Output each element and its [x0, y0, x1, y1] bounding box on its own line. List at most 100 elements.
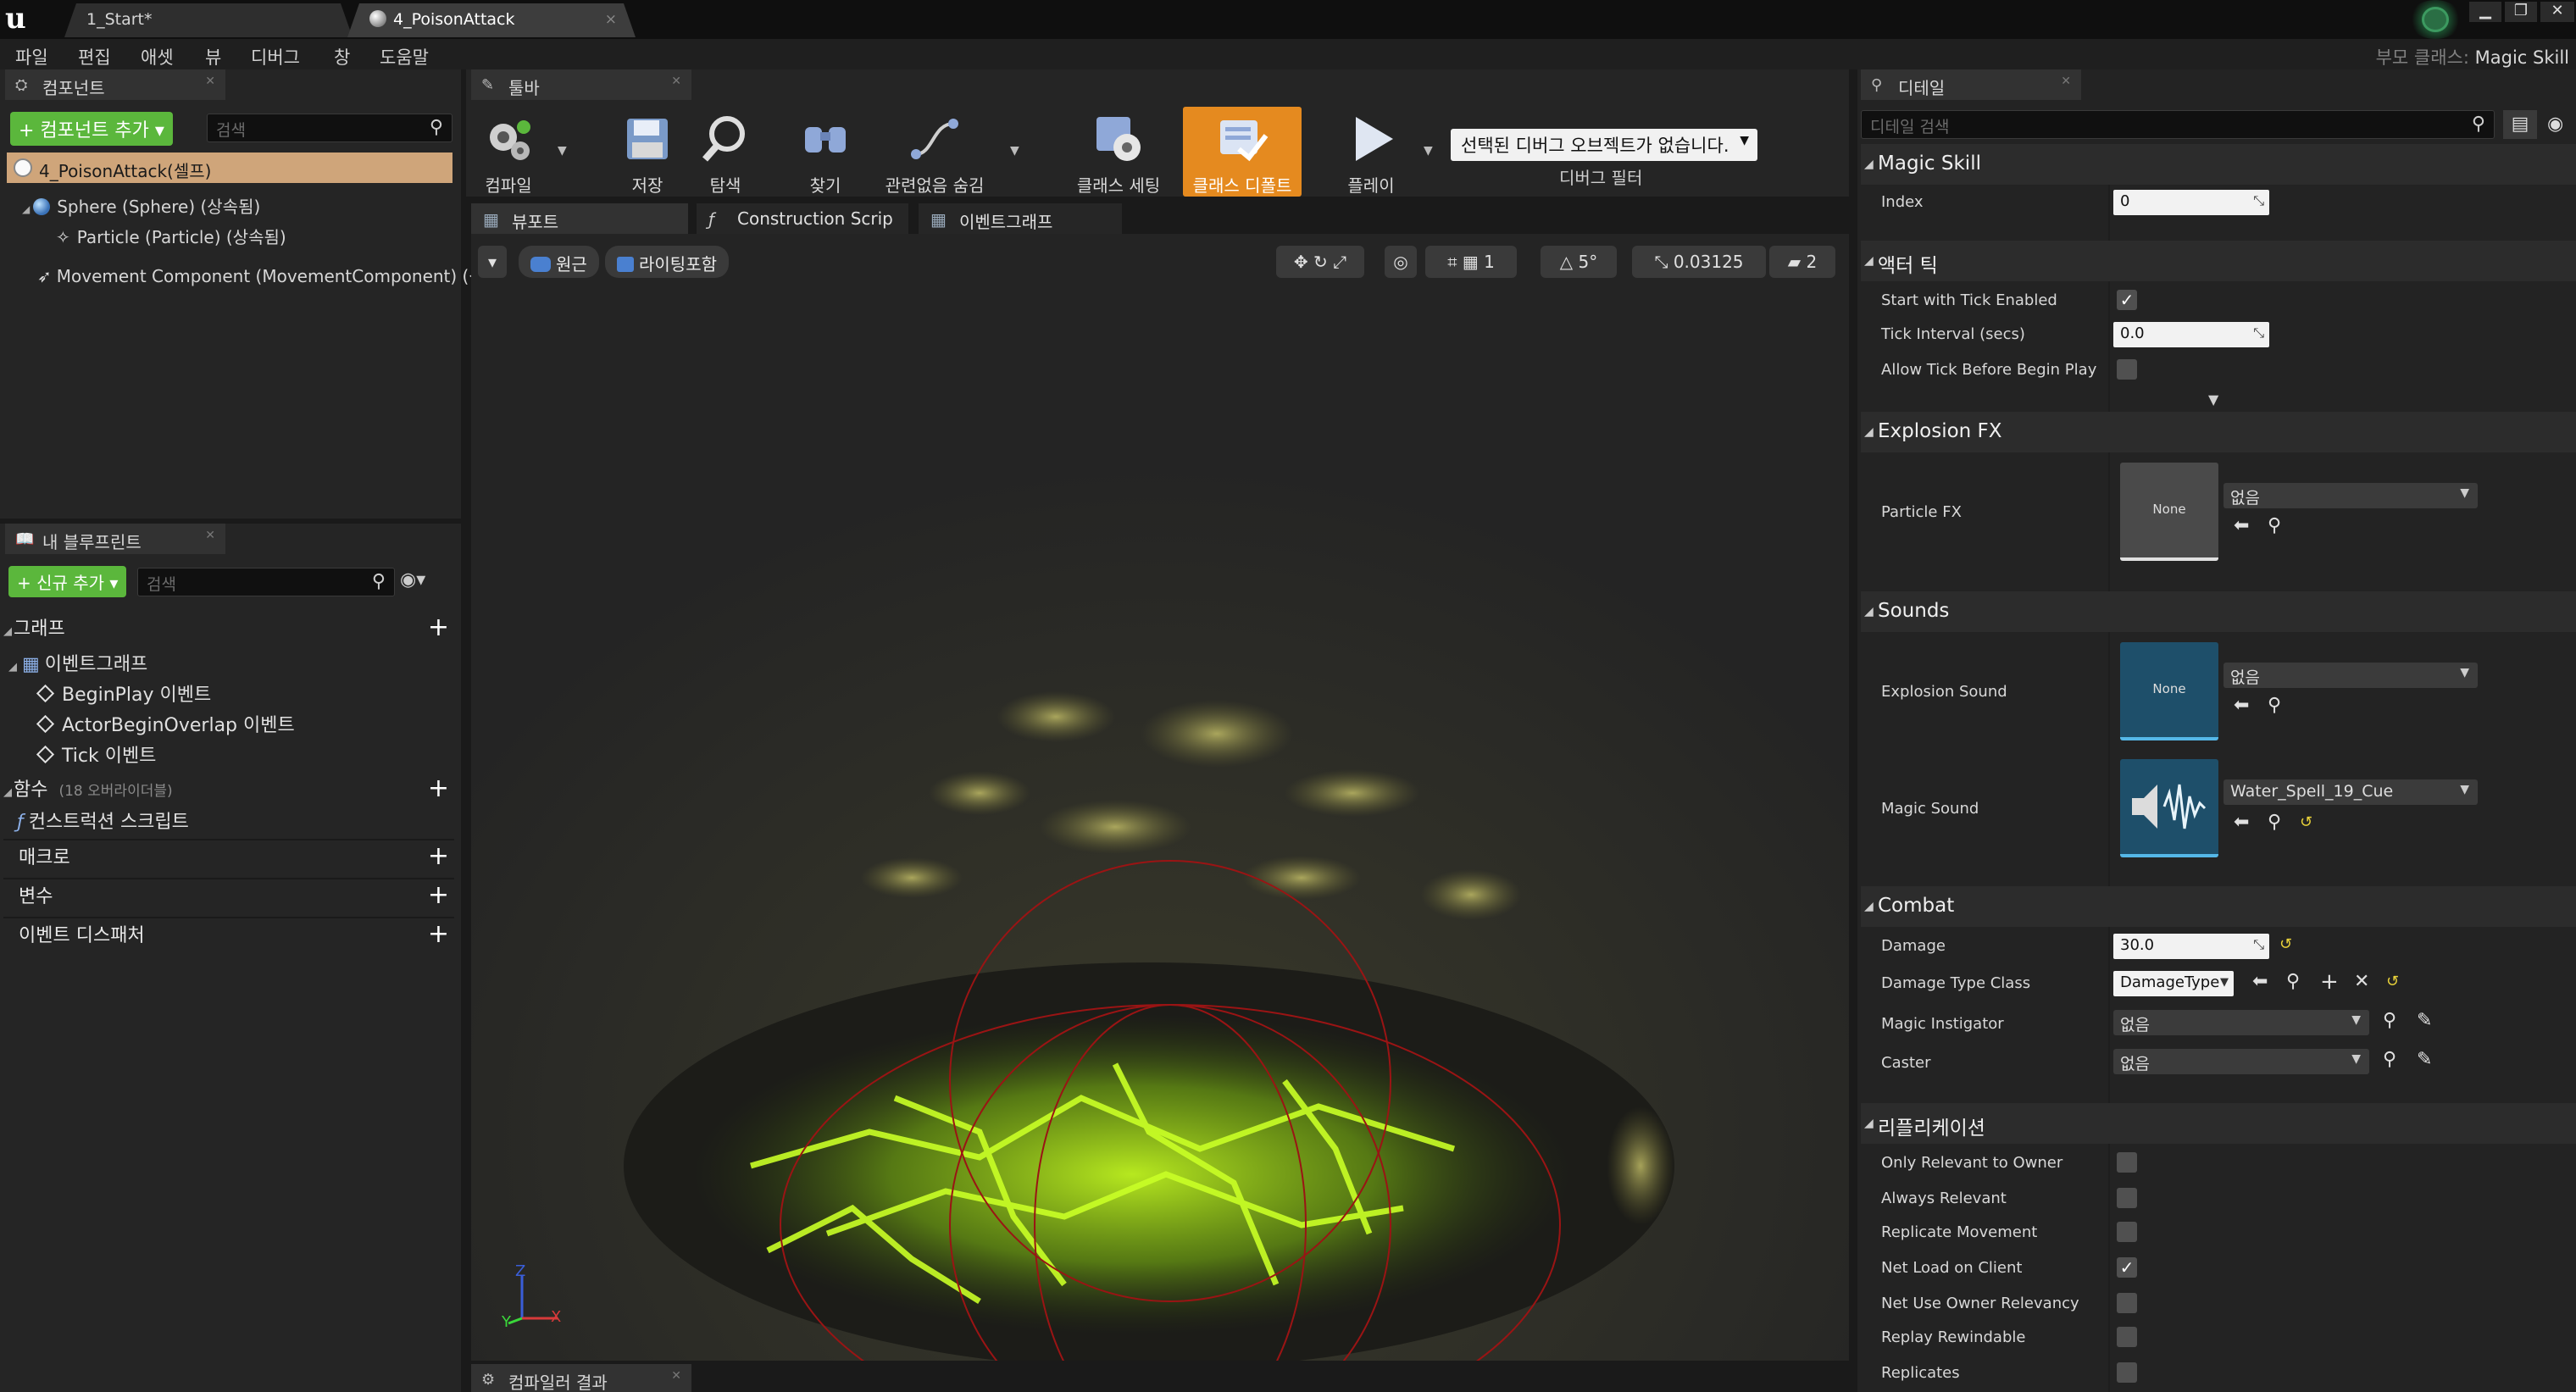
- magic-instigator-combo[interactable]: 없음 ▼: [2113, 1010, 2369, 1035]
- add-dispatcher-button[interactable]: +: [428, 922, 449, 947]
- event-item-actorbeginoverlap[interactable]: ActorBeginOverlap 이벤트: [36, 710, 295, 737]
- tree-item-sphere[interactable]: ◢ Sphere (Sphere) (상속됨): [22, 193, 260, 218]
- camera-icon[interactable]: ▰: [1788, 252, 1801, 272]
- close-icon[interactable]: ✕: [205, 75, 215, 88]
- menu-help[interactable]: 도움말: [380, 44, 429, 69]
- replay-rewindable-checkbox[interactable]: [2117, 1327, 2137, 1347]
- section-sounds[interactable]: ◢ Sounds: [1861, 591, 2576, 632]
- tab-close-icon[interactable]: ×: [605, 11, 617, 28]
- perspective-button[interactable]: 원근: [519, 246, 599, 278]
- event-item-tick[interactable]: Tick 이벤트: [36, 740, 156, 768]
- scale-icon[interactable]: ⤢: [1333, 252, 1346, 272]
- functions-section[interactable]: ◢함수 (18 오버라이더블) +: [3, 774, 454, 807]
- browse-asset-icon[interactable]: ⚲: [2268, 515, 2281, 536]
- visibility-eye-icon[interactable]: ◉: [2547, 110, 2576, 139]
- use-selected-arrow-icon[interactable]: ⬅: [2234, 812, 2249, 833]
- transform-tools[interactable]: ✥ ↻ ⤢: [1276, 246, 1364, 278]
- compile-button[interactable]: 컴파일: [473, 107, 544, 197]
- class-settings-button[interactable]: 클래스 세팅: [1066, 107, 1171, 197]
- construction-script-item[interactable]: ƒ 컨스트럭션 스크립트: [17, 807, 189, 834]
- browse-asset-icon[interactable]: ⚲: [2383, 1010, 2396, 1031]
- add-macro-button[interactable]: +: [428, 844, 449, 869]
- browse-asset-icon[interactable]: ⚲: [2268, 812, 2281, 833]
- rotate-icon[interactable]: ↻: [1313, 252, 1328, 272]
- add-component-button[interactable]: + 컴포넌트 추가 ▾: [10, 112, 173, 146]
- hide-unrelated-button[interactable]: 관련없음 숨김: [873, 107, 997, 197]
- tick-interval-input[interactable]: 0.0 ⤡: [2113, 322, 2269, 347]
- grid-snap-tools[interactable]: ⌗ ▦ 1: [1425, 246, 1517, 278]
- tab-components[interactable]: ⛭ 컴포넌트 ✕: [5, 69, 225, 100]
- viewport-options-button[interactable]: ▾: [478, 246, 507, 278]
- tab-viewport[interactable]: ▦ 뷰포트: [471, 203, 688, 234]
- tree-item-particle[interactable]: ✧ Particle (Particle) (상속됨): [56, 224, 286, 248]
- find-button[interactable]: 찾기: [791, 107, 859, 197]
- always-relevant-checkbox[interactable]: [2117, 1188, 2137, 1208]
- clear-x-icon[interactable]: ✕: [2354, 971, 2369, 992]
- component-search-input[interactable]: 검색 ⚲: [207, 114, 452, 142]
- macros-section[interactable]: 매크로 +: [3, 842, 454, 874]
- reset-to-default-icon[interactable]: ↺: [2300, 813, 2312, 831]
- grid-icon[interactable]: ▦: [1463, 252, 1479, 272]
- close-icon[interactable]: ✕: [2061, 75, 2071, 88]
- section-combat[interactable]: ◢ Combat: [1861, 886, 2576, 927]
- close-icon[interactable]: ✕: [671, 75, 681, 88]
- explosion-sound-thumbnail[interactable]: None: [2120, 642, 2218, 740]
- variables-section[interactable]: 변수 +: [3, 881, 454, 913]
- caster-combo[interactable]: 없음 ▼: [2113, 1049, 2369, 1074]
- play-options-arrow[interactable]: ▼: [1424, 144, 1433, 158]
- damage-type-combo[interactable]: DamageType ▼: [2113, 971, 2234, 996]
- expand-advanced-arrow-icon[interactable]: ▼: [2208, 391, 2218, 408]
- tab-toolbar[interactable]: ✎ 툴바 ✕: [471, 69, 691, 100]
- section-explosion-fx[interactable]: ◢ Explosion FX: [1861, 412, 2576, 452]
- visibility-eye-icon[interactable]: ◉▾: [400, 569, 425, 591]
- explosion-sound-combo[interactable]: 없음 ▼: [2223, 663, 2478, 688]
- section-magic-skill[interactable]: ◢ Magic Skill: [1861, 144, 2576, 185]
- eyedropper-icon[interactable]: ✎: [2417, 1049, 2432, 1070]
- menu-debug[interactable]: 디버그: [251, 44, 300, 69]
- debug-object-dropdown[interactable]: 선택된 디버그 오브젝트가 없습니다. ▼: [1451, 129, 1757, 161]
- maximize-button[interactable]: ❐: [2505, 2, 2537, 22]
- property-matrix-icon[interactable]: ▤: [2503, 110, 2537, 139]
- particle-fx-thumbnail[interactable]: None: [2120, 463, 2218, 561]
- browse-asset-icon[interactable]: ⚲: [2268, 695, 2281, 716]
- browse-asset-icon[interactable]: ⚲: [2286, 971, 2300, 992]
- close-button[interactable]: ✕: [2540, 2, 2574, 22]
- tab-1-start[interactable]: 1_Start*: [64, 3, 353, 37]
- component-root-row[interactable]: 4_PoisonAttack(셀프): [7, 153, 452, 183]
- add-graph-button[interactable]: +: [428, 615, 449, 641]
- tab-event-graph[interactable]: ▦ 이벤트그래프: [919, 203, 1122, 234]
- tab-details[interactable]: ⚲ 디테일 ✕: [1861, 69, 2081, 100]
- event-item-beginplay[interactable]: BeginPlay 이벤트: [36, 679, 211, 707]
- section-actor-tick[interactable]: ◢ 액터 틱: [1861, 241, 2576, 281]
- only-relevant-to-owner-checkbox[interactable]: [2117, 1152, 2137, 1173]
- magic-sound-combo[interactable]: Water_Spell_19_Cue ▼: [2223, 779, 2478, 805]
- details-search-input[interactable]: 디테일 검색 ⚲: [1861, 110, 2495, 139]
- add-function-button[interactable]: +: [428, 776, 449, 801]
- replicates-checkbox[interactable]: [2117, 1362, 2137, 1383]
- play-button[interactable]: 플레이: [1335, 107, 1407, 197]
- tree-item-movement[interactable]: ➶ Movement Component (MovementComponent) …: [37, 263, 522, 287]
- parent-class-value[interactable]: Magic Skill: [2475, 47, 2569, 68]
- close-icon[interactable]: ✕: [671, 1369, 681, 1383]
- use-selected-arrow-icon[interactable]: ⬅: [2234, 695, 2249, 716]
- net-use-owner-relevancy-checkbox[interactable]: [2117, 1293, 2137, 1313]
- menu-asset[interactable]: 애셋: [141, 44, 174, 69]
- reset-to-default-icon[interactable]: ↺: [2386, 973, 2399, 990]
- source-control-icon[interactable]: [2408, 0, 2462, 39]
- tab-4-poisonattack[interactable]: 4_PoisonAttack ×: [347, 3, 636, 37]
- minimize-button[interactable]: ▁: [2469, 2, 2501, 22]
- blueprint-search-input[interactable]: 검색 ⚲: [137, 568, 395, 596]
- eyedropper-icon[interactable]: ✎: [2417, 1010, 2432, 1031]
- dispatchers-section[interactable]: 이벤트 디스패처 +: [3, 920, 454, 952]
- reset-to-default-icon[interactable]: ↺: [2279, 935, 2292, 953]
- index-input[interactable]: 0 ⤡: [2113, 190, 2269, 215]
- browse-button[interactable]: 탐색: [691, 107, 759, 197]
- compile-options-arrow[interactable]: ▼: [558, 144, 567, 158]
- angle-icon[interactable]: △: [1560, 252, 1573, 272]
- lit-mode-button[interactable]: 라이팅포함: [605, 246, 729, 278]
- use-selected-arrow-icon[interactable]: ⬅: [2252, 971, 2268, 992]
- tick-before-begin-play-checkbox[interactable]: [2117, 359, 2137, 380]
- class-defaults-button[interactable]: 클래스 디폴트: [1183, 107, 1302, 197]
- save-button[interactable]: 저장: [613, 107, 681, 197]
- grid-size-value[interactable]: 1: [1484, 252, 1495, 272]
